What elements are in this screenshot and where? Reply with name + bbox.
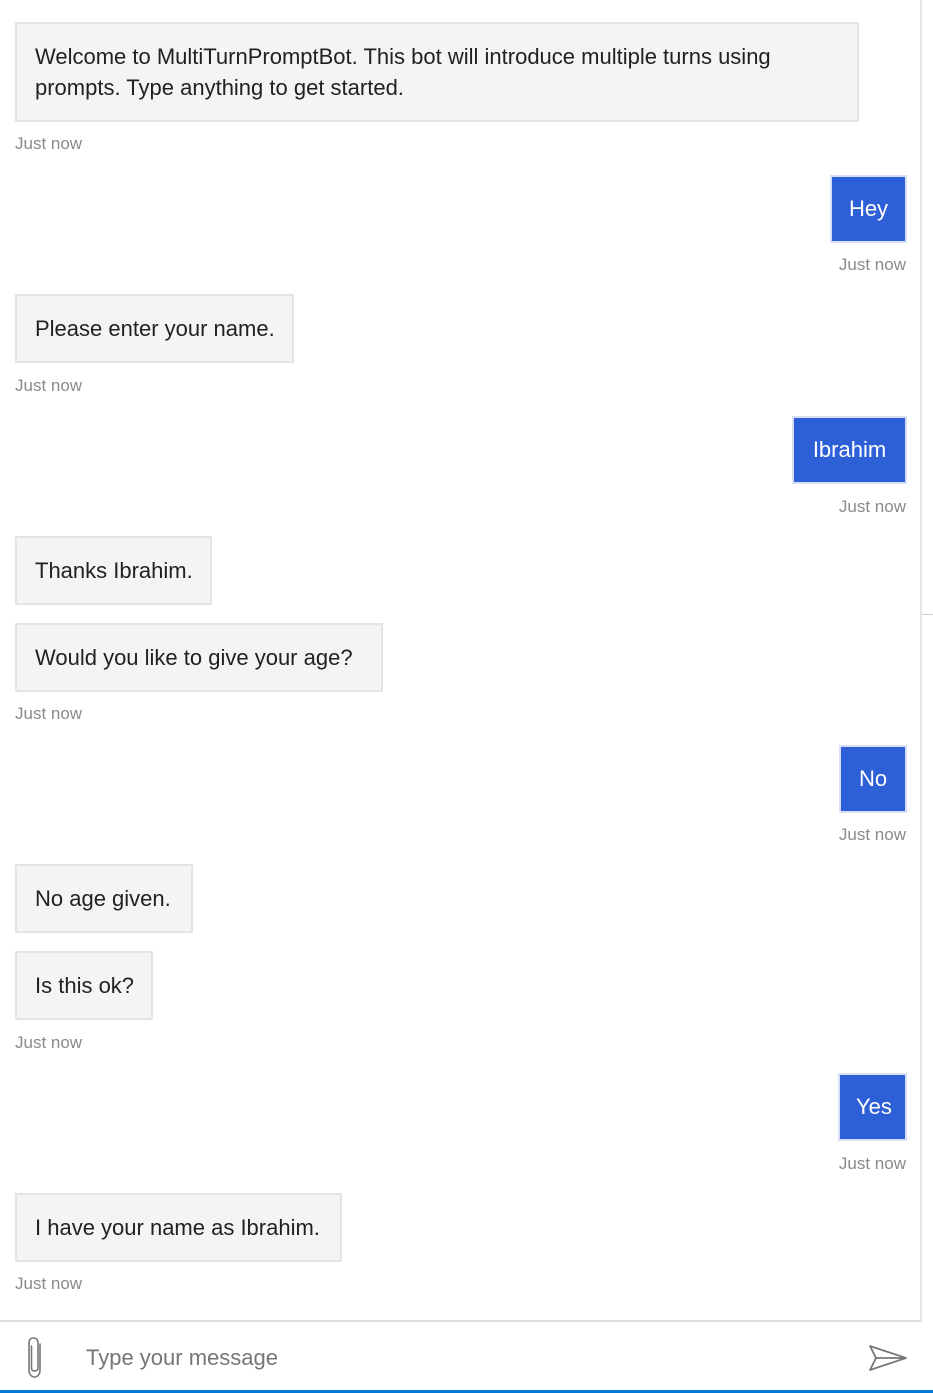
message-timestamp: Just now: [15, 376, 83, 395]
user-message: Yes: [838, 1073, 907, 1141]
message-timestamp: Just now: [15, 134, 83, 153]
message-timestamp: Just now: [838, 497, 906, 516]
user-message-text: Yes: [856, 1094, 892, 1119]
chat-transcript[interactable]: Welcome to MultiTurnPromptBot. This bot …: [0, 0, 922, 1320]
bot-message: Welcome to MultiTurnPromptBot. This bot …: [15, 22, 859, 122]
message-timestamp: Just now: [15, 1033, 83, 1052]
bot-message-text: No age given.: [35, 886, 171, 911]
attach-button[interactable]: [16, 1334, 54, 1380]
message-timestamp: Just now: [838, 825, 906, 844]
bot-message: Is this ok?: [15, 951, 153, 1020]
chat-window: Welcome to MultiTurnPromptBot. This bot …: [0, 0, 922, 1393]
message-composer: [0, 1320, 922, 1393]
bot-message-text: I have your name as Ibrahim.: [35, 1215, 320, 1240]
message-timestamp: Just now: [15, 704, 83, 723]
bot-message-text: Thanks Ibrahim.: [35, 558, 193, 583]
user-message: No: [839, 745, 907, 813]
message-input[interactable]: [86, 1336, 826, 1380]
user-message: Hey: [830, 175, 907, 243]
window-divider: [922, 614, 933, 615]
user-message-text: Hey: [848, 196, 889, 221]
bot-message: Thanks Ibrahim.: [15, 536, 212, 605]
message-timestamp: Just now: [838, 255, 906, 274]
send-icon: [869, 1345, 907, 1371]
user-message-text: Ibrahim: [812, 437, 887, 462]
bot-message-text: Please enter your name.: [35, 316, 275, 341]
send-button[interactable]: [862, 1338, 912, 1378]
bot-message-text: Welcome to MultiTurnPromptBot. This bot …: [35, 44, 771, 100]
user-message: Ibrahim: [792, 416, 907, 484]
paperclip-icon: [28, 1337, 41, 1378]
bot-message: I have your name as Ibrahim.: [15, 1193, 342, 1262]
bot-message-text: Is this ok?: [35, 973, 135, 998]
message-timestamp: Just now: [838, 1154, 906, 1173]
bot-message: Would you like to give your age?: [15, 623, 383, 692]
bot-message: Please enter your name.: [15, 294, 294, 363]
user-message-text: No: [858, 766, 888, 791]
message-timestamp: Just now: [15, 1274, 83, 1293]
bot-message-text: Would you like to give your age?: [35, 645, 353, 670]
bot-message: No age given.: [15, 864, 193, 933]
